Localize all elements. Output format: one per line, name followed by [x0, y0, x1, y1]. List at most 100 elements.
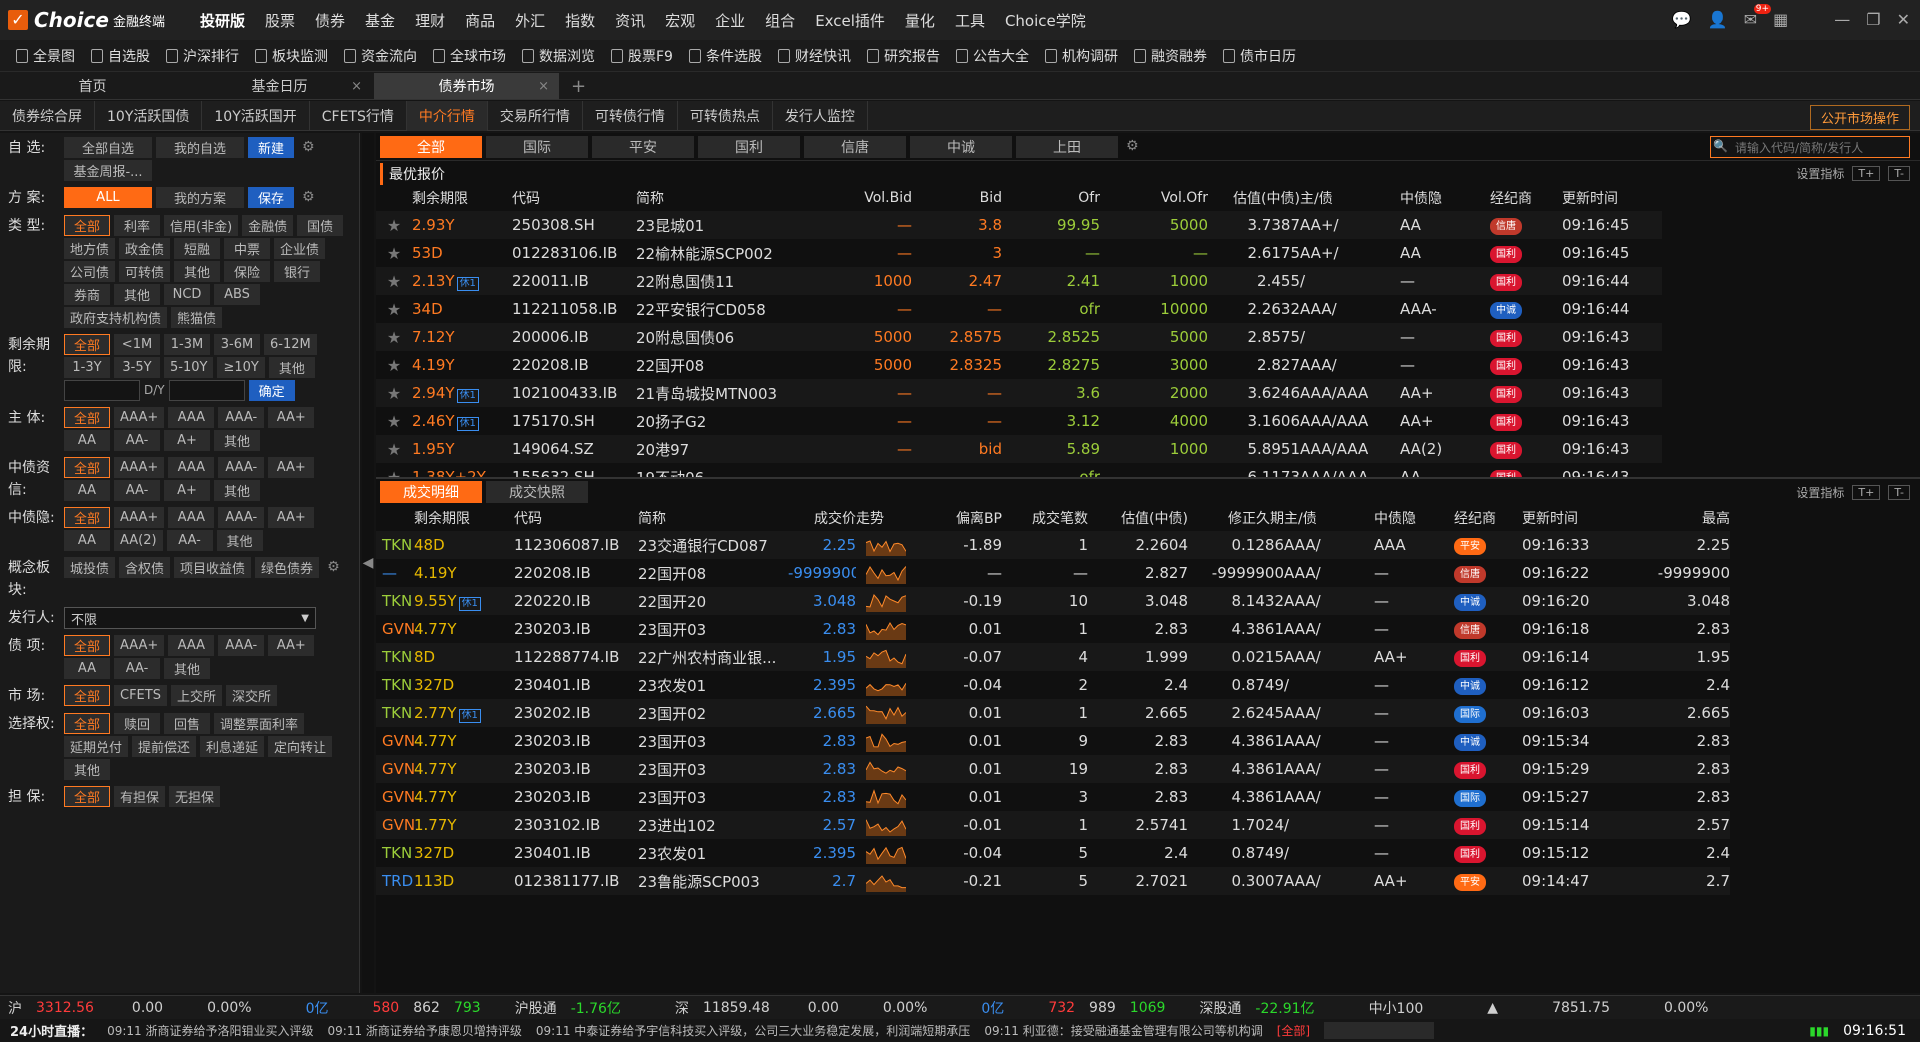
sh-index[interactable]: 3312.56: [36, 1000, 94, 1016]
font-increase-button[interactable]: T+: [1852, 485, 1881, 500]
filter-option[interactable]: 延期兑付: [64, 736, 129, 757]
trade-row[interactable]: — 4.19Y 220208.IB 22国开08 -9999900 — — 2.827 -999…: [376, 559, 1920, 587]
filter-option[interactable]: 全部: [64, 685, 110, 706]
favorite-star-icon[interactable]: ★: [376, 267, 412, 295]
news-item[interactable]: 09:11 利亚德：接受融通基金管理有限公司等机构调: [984, 1022, 1262, 1039]
filter-option[interactable]: 保险: [224, 261, 271, 282]
filter-option[interactable]: A+: [164, 480, 210, 501]
filter-option[interactable]: ABS: [214, 284, 260, 305]
filter-option[interactable]: 有担保: [114, 786, 166, 807]
column-header[interactable]: 走势: [856, 505, 916, 531]
column-header[interactable]: 更新时间: [1522, 505, 1630, 531]
quote-row[interactable]: ★ 7.12Y 200006.IB 20附息国债06 5000 2.8575 2.8525 5…: [376, 323, 1920, 351]
filter-option[interactable]: 基金周报-...: [64, 160, 152, 181]
broker-tab[interactable]: 国际: [486, 135, 588, 158]
filter-option[interactable]: AAA-: [218, 635, 265, 656]
edition-label[interactable]: 投研版: [190, 10, 255, 31]
toolbar-item[interactable]: 财经快讯: [777, 46, 851, 66]
favorite-star-icon[interactable]: ★: [376, 323, 412, 351]
filter-option[interactable]: 全部: [64, 457, 110, 478]
filter-option[interactable]: 深交所: [225, 685, 277, 706]
menu-item[interactable]: 工具: [945, 10, 995, 31]
toolbar-item[interactable]: 全球市场: [433, 46, 506, 66]
filter-option[interactable]: 上交所: [170, 685, 222, 706]
toolbar-item[interactable]: 研究报告: [866, 46, 940, 66]
filter-option[interactable]: 无担保: [169, 786, 221, 807]
filter-option[interactable]: 券商: [64, 284, 110, 305]
search-input[interactable]: 请输入代码/简称/发行人: [1710, 136, 1910, 158]
filter-option[interactable]: 全部: [64, 215, 110, 236]
filter-option[interactable]: 全部: [64, 713, 110, 734]
toolbar-item[interactable]: 数据浏览: [522, 46, 595, 66]
quote-row[interactable]: ★ 2.13Y 休1 220011.IB 22附息国债11 1000 2.47 2.41 100…: [376, 267, 1920, 295]
menu-item[interactable]: 基金: [355, 10, 405, 31]
toolbar-item[interactable]: 沪深排行: [166, 46, 239, 66]
filter-option[interactable]: 回售: [164, 713, 210, 734]
filter-option[interactable]: 3-6M: [214, 334, 260, 355]
filter-option[interactable]: 地方债: [64, 238, 116, 259]
font-decrease-button[interactable]: T-: [1888, 485, 1910, 500]
filter-option[interactable]: 新建: [248, 137, 294, 158]
trade-row[interactable]: GVN 1.77Y 2303102.IB 23进出102 2.57 -0.01 1 2.574…: [376, 811, 1920, 839]
trade-row[interactable]: TRD 113D 012381177.IB 23鲁能源SCP003 2.7 -0.21 5 2…: [376, 867, 1920, 895]
trade-row[interactable]: TKN 327D 230401.IB 23农发01 2.395 -0.04 2 2.4 0.87…: [376, 671, 1920, 699]
favorite-star-icon[interactable]: ★: [376, 211, 412, 239]
menu-item[interactable]: 组合: [755, 10, 805, 31]
filter-option[interactable]: 1-3M: [164, 334, 210, 355]
trade-row[interactable]: GVN 4.77Y 230203.IB 23国开03 2.83 0.01 19 2.83 4.3…: [376, 755, 1920, 783]
filter-option[interactable]: 利率: [114, 215, 160, 236]
column-header[interactable]: 经纪商: [1454, 505, 1522, 531]
filter-option[interactable]: 其他: [174, 261, 221, 282]
subnav-tab[interactable]: 交易所行情: [488, 100, 583, 131]
filter-option[interactable]: AAA+: [114, 457, 165, 478]
menu-item[interactable]: 外汇: [505, 10, 555, 31]
filter-option[interactable]: AAA-: [218, 507, 265, 528]
column-header[interactable]: 经纪商: [1490, 185, 1562, 211]
menu-item[interactable]: 企业: [705, 10, 755, 31]
favorite-star-icon[interactable]: ★: [376, 379, 412, 407]
subnav-tab[interactable]: 中介行情: [406, 100, 488, 131]
column-header[interactable]: 最高: [1630, 505, 1730, 531]
filter-option[interactable]: AA+: [268, 635, 315, 656]
filter-option[interactable]: AAA+: [114, 407, 165, 428]
filter-option[interactable]: 公司债: [64, 261, 116, 282]
filter-option[interactable]: AAA: [168, 507, 215, 528]
filter-option[interactable]: AA: [64, 480, 110, 501]
filter-option[interactable]: 5-10Y: [164, 357, 214, 378]
toolbar-item[interactable]: 股票F9: [611, 46, 673, 66]
news-item[interactable]: 09:11 浙商证券给予康恩贝增持评级: [328, 1022, 522, 1039]
favorite-star-icon[interactable]: ★: [376, 295, 412, 323]
trade-row[interactable]: GVN 4.77Y 230203.IB 23国开03 2.83 0.01 9 2.83 4.38…: [376, 727, 1920, 755]
menu-item[interactable]: 量化: [895, 10, 945, 31]
quote-row[interactable]: ★1.38Y+2Y 155632.SH 19不动06 — — ofr — 6.1173AAA/…: [376, 463, 1920, 477]
menu-item[interactable]: 指数: [555, 10, 605, 31]
column-header[interactable]: 偏离BP: [916, 505, 1002, 531]
menu-item[interactable]: 资讯: [605, 10, 655, 31]
filter-option[interactable]: 政府支持机构债: [64, 307, 168, 328]
column-header[interactable]: 代码: [512, 185, 636, 211]
column-header[interactable]: 剩余期限: [414, 505, 514, 531]
filter-settings-icon[interactable]: ⚙: [327, 557, 340, 578]
filter-option[interactable]: 利息递延: [200, 736, 265, 757]
filter-option[interactable]: AA: [64, 658, 110, 679]
filter-option[interactable]: AAA+: [114, 635, 165, 656]
quote-row[interactable]: ★ 2.46Y 休1 175170.SH 20扬子G2— —3.12 4000 3.1606 A…: [376, 407, 1920, 435]
filter-option[interactable]: 提前偿还: [132, 736, 197, 757]
favorite-star-icon[interactable]: ★: [376, 351, 412, 379]
filter-settings-icon[interactable]: ⚙: [302, 187, 315, 208]
filter-option[interactable]: AAA-: [218, 457, 265, 478]
sz-index[interactable]: 11859.48: [703, 1000, 770, 1016]
filter-option[interactable]: 信用(非金): [164, 215, 239, 236]
open-market-button[interactable]: 公开市场操作: [1809, 105, 1910, 130]
column-header[interactable]: 代码: [514, 505, 638, 531]
filter-option[interactable]: AA+: [268, 407, 315, 428]
toolbar-item[interactable]: 公告大全: [955, 46, 1029, 66]
filter-option[interactable]: AA-: [114, 430, 160, 451]
tab-trade-detail[interactable]: 成交明细: [380, 481, 482, 503]
filter-option[interactable]: AAA: [168, 457, 215, 478]
filter-option[interactable]: 调整票面利率: [214, 713, 305, 734]
filter-option[interactable]: 保存: [248, 187, 294, 208]
trade-row[interactable]: GVN 4.77Y 230203.IB 23国开03 2.83 0.01 1 2.83 4.38…: [376, 615, 1920, 643]
term-min-input[interactable]: [64, 380, 140, 401]
filter-option[interactable]: 银行: [274, 261, 321, 282]
